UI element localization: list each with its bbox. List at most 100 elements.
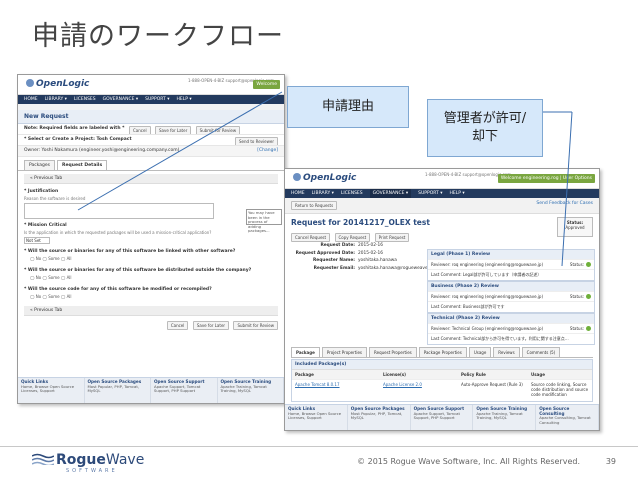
callout-reason: 申請理由 bbox=[287, 86, 409, 128]
welcome-button[interactable]: Welcome engineering.rog | User Options bbox=[497, 174, 595, 183]
kv-value: yoshitaka.hanawa@rogueweave.jp bbox=[358, 265, 433, 271]
approved-check-icon bbox=[586, 326, 591, 331]
request-tabs: Package Project Properties Request Prope… bbox=[291, 347, 593, 358]
previous-tab-link-bottom[interactable]: « Previous Tab bbox=[24, 306, 278, 316]
nav-licenses[interactable]: LICENSES bbox=[74, 97, 96, 102]
page-number: 39 bbox=[605, 457, 616, 466]
radio-group-modified[interactable]: ◯ No ◯ Some ◯ All bbox=[18, 293, 284, 303]
nav-library[interactable]: LIBRARY ▾ bbox=[45, 97, 67, 102]
bottom-buttons: Cancel Save for Later Submit for Review bbox=[18, 319, 284, 330]
policy-rule-cell: Auto-Approve Request (Rule 3) bbox=[461, 382, 523, 387]
form-title: New Request bbox=[18, 110, 284, 124]
radio-group-distributed[interactable]: ◯ No ◯ Some ◯ All bbox=[18, 274, 284, 284]
submit-review-button-bottom[interactable]: Submit for Review bbox=[233, 321, 278, 330]
radio-group-linked[interactable]: ◯ No ◯ Some ◯ All bbox=[18, 255, 284, 265]
print-request-button[interactable]: Print Request bbox=[374, 233, 410, 242]
review-reviewer: Reviewer: roq engineering (engineering@r… bbox=[428, 291, 594, 301]
usage-cell: Source code linking, Source code distrib… bbox=[531, 382, 589, 397]
review-status-label: Status: bbox=[569, 262, 584, 267]
feedback-link[interactable]: Send Feedback for Cases bbox=[536, 201, 593, 206]
package-link[interactable]: Apache Tomcat 8.0.17 bbox=[292, 380, 380, 401]
save-later-button-bottom[interactable]: Save for Later bbox=[192, 321, 230, 330]
logo-text: OpenLogic bbox=[36, 79, 90, 89]
footer-col-body[interactable]: Home, Browse Open Source Licenses, Suppo… bbox=[21, 384, 74, 394]
cancel-request-button[interactable]: Cancel Request bbox=[291, 233, 331, 242]
send-reviewer-button[interactable]: Send to Reviewer bbox=[234, 137, 278, 145]
nav-support[interactable]: SUPPORT ▾ bbox=[145, 97, 169, 102]
review-heading: Technical (Phase 2) Review bbox=[428, 314, 594, 323]
submit-review-button[interactable]: Submit for Review bbox=[195, 126, 241, 134]
tab-project-properties[interactable]: Project Properties bbox=[321, 347, 368, 357]
mission-critical-select[interactable]: Not Set bbox=[24, 237, 50, 244]
footer-col: Quick Links Home, Browse Open Source Lice… bbox=[18, 378, 85, 403]
footer-col-body[interactable]: Most Popular, PHP, Tomcat, MySQL bbox=[88, 384, 140, 394]
justification-label: * Justification bbox=[24, 189, 59, 194]
app-header: OpenLogic 1-888-OPEN-4-BIZ support@openl… bbox=[18, 75, 284, 95]
nav-home[interactable]: HOME bbox=[24, 97, 38, 102]
welcome-button[interactable]: Welcome bbox=[253, 80, 280, 89]
openlogic-logo[interactable]: OpenLogic bbox=[293, 173, 356, 183]
cancel-button[interactable]: Cancel bbox=[129, 126, 151, 134]
kv-key: Request Date: bbox=[320, 243, 355, 248]
mission-critical-hint: Is the application in which the requeste… bbox=[24, 230, 212, 235]
openlogic-logo[interactable]: OpenLogic bbox=[26, 79, 89, 89]
nav-licenses[interactable]: LICENSES bbox=[341, 191, 363, 196]
change-link[interactable]: [Change] bbox=[257, 148, 278, 153]
tab-usage[interactable]: Usage bbox=[468, 347, 492, 357]
nav-governance[interactable]: GOVERNANCE ▾ bbox=[369, 189, 412, 198]
brand-name-rogue: Rogue bbox=[56, 452, 106, 468]
request-title: Request for 20141217_OLEX test bbox=[291, 218, 430, 227]
footer-col-body[interactable]: Home, Browse Open Source Licenses, Suppo… bbox=[288, 411, 341, 421]
slide-title: 申請のワークフロー bbox=[32, 21, 284, 52]
callout-reason-text: 申請理由 bbox=[321, 99, 374, 114]
footer-col: Open Source Packages Most Popular, PHP, T… bbox=[348, 405, 411, 430]
included-packages-table: Included Package(s) Package License(s) P… bbox=[291, 359, 593, 402]
tab-request-details[interactable]: Request Details bbox=[57, 160, 108, 170]
footer-col-body[interactable]: Apache Training, Tomcat Training, MySQL bbox=[476, 411, 522, 421]
license-link[interactable]: Apache License 2.0 bbox=[380, 380, 458, 401]
nav-help[interactable]: HELP ▾ bbox=[449, 191, 464, 196]
footer-col-body[interactable]: Apache Support, Tomcat Support, PHP Supp… bbox=[414, 411, 460, 421]
copy-request-button[interactable]: Copy Request bbox=[334, 233, 371, 242]
approved-check-icon bbox=[586, 294, 591, 299]
help-tooltip: You may have been in the process of addi… bbox=[246, 209, 282, 233]
footer-col: Open Source Consulting Apache Consulting,… bbox=[536, 405, 599, 430]
footer-col-body[interactable]: Apache Support, Tomcat Support, PHP Supp… bbox=[154, 384, 200, 394]
brand-subtitle: SOFTWARE bbox=[66, 468, 118, 474]
nav-governance[interactable]: GOVERNANCE ▾ bbox=[103, 97, 138, 102]
tab-comments[interactable]: Comments (5) bbox=[521, 347, 561, 357]
question-distributed: * Will the source or binaries for any of… bbox=[24, 268, 252, 273]
tab-package[interactable]: Package bbox=[291, 347, 320, 357]
previous-tab-link[interactable]: « Previous Tab bbox=[24, 174, 278, 184]
tab-request-properties[interactable]: Request Properties bbox=[369, 347, 417, 357]
status-badge: Status: Approved bbox=[557, 217, 593, 237]
select-project-label[interactable]: * Select or Create a Project: Tosh Compa… bbox=[24, 137, 132, 142]
reviewer-text: Reviewer: roq engineering (engineering@r… bbox=[431, 262, 544, 267]
nav-home[interactable]: HOME bbox=[291, 191, 305, 196]
tab-package-properties[interactable]: Package Properties bbox=[418, 347, 467, 357]
table-header: Package License(s) Policy Rule Usage bbox=[292, 369, 592, 379]
nav-library[interactable]: LIBRARY ▾ bbox=[312, 191, 334, 196]
roguewave-wave-icon bbox=[32, 453, 54, 465]
site-footer: Quick Links Home, Browse Open Source Lice… bbox=[285, 404, 599, 430]
footer-col: Open Source Packages Most Popular, PHP, T… bbox=[85, 378, 151, 403]
return-to-requests-button[interactable]: Return to Requests bbox=[291, 201, 338, 210]
logo-icon bbox=[293, 173, 301, 181]
kv-value: 2015-02-16 bbox=[358, 243, 383, 248]
cancel-button-bottom[interactable]: Cancel bbox=[166, 321, 189, 330]
col-policy-rule: Policy Rule bbox=[461, 372, 486, 377]
footer-col-body[interactable]: Apache Consulting, Tomcat Consulting bbox=[539, 415, 591, 425]
tab-reviews[interactable]: Reviews bbox=[493, 347, 520, 357]
tab-packages[interactable]: Packages bbox=[24, 160, 55, 170]
justification-textarea[interactable] bbox=[24, 203, 214, 219]
footer-col-body[interactable]: Most Popular, PHP, Tomcat, MySQL bbox=[351, 411, 403, 421]
nav-help[interactable]: HELP ▾ bbox=[176, 97, 191, 102]
save-later-button[interactable]: Save for Later bbox=[155, 126, 192, 134]
col-licenses: License(s) bbox=[383, 372, 406, 377]
nav-support[interactable]: SUPPORT ▾ bbox=[418, 191, 442, 196]
site-footer: Quick Links Home, Browse Open Source Lice… bbox=[18, 377, 284, 403]
business-review-panel: Business (Phase 2) Review Reviewer: roq … bbox=[427, 281, 595, 313]
review-status-label: Status: bbox=[569, 294, 584, 299]
footer-col-body[interactable]: Apache Training, Tomcat Training, MySQL bbox=[221, 384, 267, 394]
legal-review-panel: Legal (Phase 1) Review Reviewer: roq eng… bbox=[427, 249, 595, 281]
